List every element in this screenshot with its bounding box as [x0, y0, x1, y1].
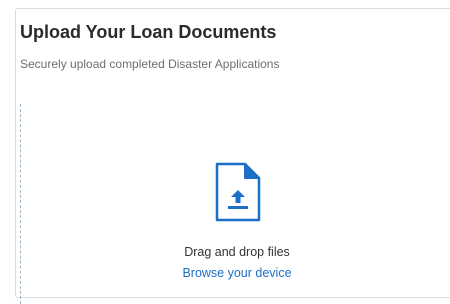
page-subtitle: Securely upload completed Disaster Appli…: [20, 57, 280, 71]
browse-device-link[interactable]: Browse your device: [0, 266, 450, 280]
page-title: Upload Your Loan Documents: [20, 22, 277, 42]
drag-and-drop-text: Drag and drop files: [184, 245, 290, 259]
file-upload-icon: [213, 162, 263, 224]
